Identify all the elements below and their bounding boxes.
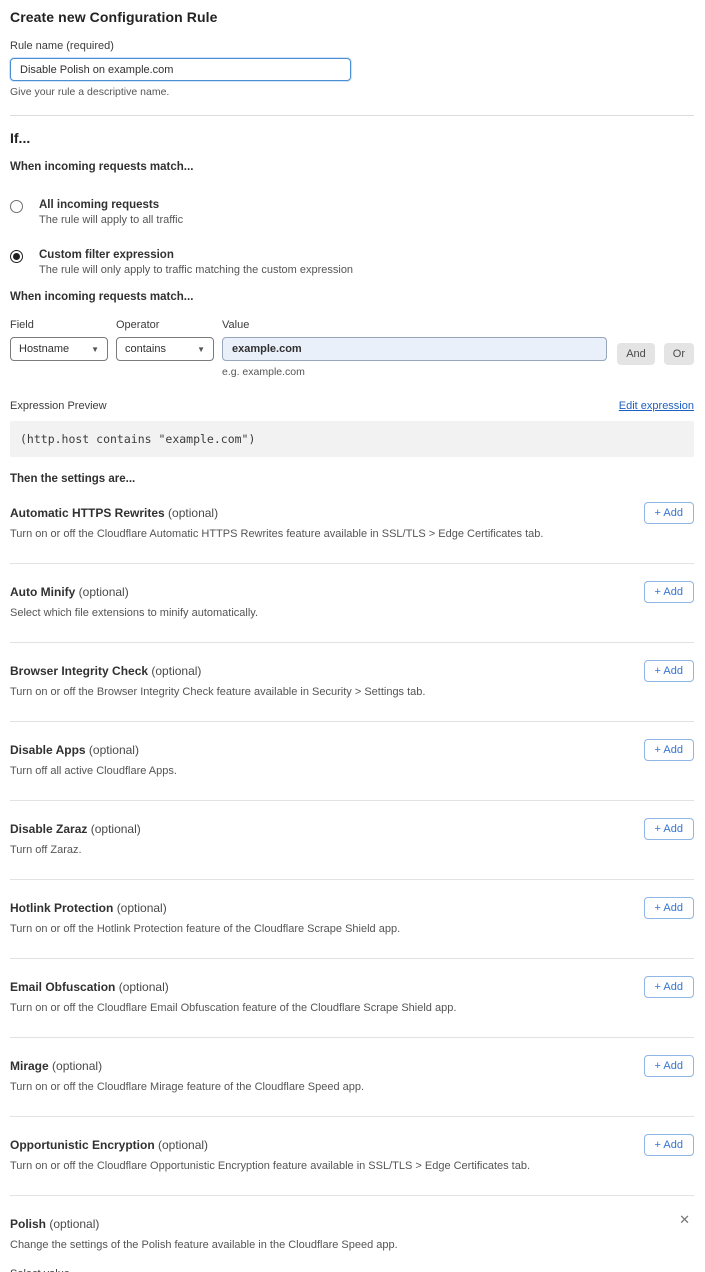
setting-description: Turn off Zaraz.: [10, 844, 694, 856]
setting-description: Turn on or off the Cloudflare Email Obfu…: [10, 1002, 694, 1014]
setting-description: Turn on or off the Cloudflare Mirage fea…: [10, 1081, 694, 1093]
setting-description: Turn on or off the Cloudflare Opportunis…: [10, 1160, 694, 1172]
add-disable-zaraz-button[interactable]: + Add: [644, 818, 694, 840]
radio-all-incoming-desc: The rule will apply to all traffic: [39, 214, 183, 226]
add-email-obfuscation-button[interactable]: + Add: [644, 976, 694, 998]
radio-all-incoming-label: All incoming requests: [39, 199, 183, 211]
optional-label: (optional): [151, 664, 201, 678]
radio-custom-filter-expression[interactable]: Custom filter expression The rule will o…: [10, 249, 694, 276]
value-input[interactable]: [222, 337, 607, 361]
radio-selected-icon[interactable]: [10, 250, 23, 263]
expression-builder-heading: When incoming requests match...: [10, 291, 694, 303]
create-configuration-rule-form: Create new Configuration Rule Rule name …: [0, 0, 705, 1272]
setting-row-browser-integrity-check: Browser Integrity Check (optional) Turn …: [10, 643, 694, 722]
add-auto-minify-button[interactable]: + Add: [644, 581, 694, 603]
setting-name: Browser Integrity Check: [10, 664, 148, 678]
optional-label: (optional): [89, 743, 139, 757]
optional-label: (optional): [117, 901, 167, 915]
rule-name-input[interactable]: [10, 58, 351, 81]
add-hotlink-protection-button[interactable]: + Add: [644, 897, 694, 919]
setting-row-email-obfuscation: Email Obfuscation (optional) Turn on or …: [10, 959, 694, 1038]
expression-builder-row: Field Hostname ▼ Operator contains ▼ Val…: [10, 319, 694, 378]
field-select-value: Hostname: [19, 343, 69, 355]
optional-label: (optional): [168, 506, 218, 520]
setting-description: Turn off all active Cloudflare Apps.: [10, 765, 694, 777]
field-label: Field: [10, 319, 108, 331]
if-heading: If...: [10, 130, 694, 146]
setting-row-disable-zaraz: Disable Zaraz (optional) Turn off Zaraz.…: [10, 801, 694, 880]
expression-preview-code: (http.host contains "example.com"): [10, 421, 694, 457]
page-title: Create new Configuration Rule: [10, 9, 694, 25]
radio-custom-filter-label: Custom filter expression: [39, 249, 353, 261]
radio-unselected-icon[interactable]: [10, 200, 23, 213]
operator-select-value: contains: [125, 343, 166, 355]
value-helper: e.g. example.com: [222, 366, 607, 378]
rule-name-label: Rule name (required): [10, 40, 694, 52]
setting-description: Turn on or off the Hotlink Protection fe…: [10, 923, 694, 935]
setting-name: Mirage: [10, 1059, 49, 1073]
add-automatic-https-rewrites-button[interactable]: + Add: [644, 502, 694, 524]
setting-name: Disable Apps: [10, 743, 86, 757]
optional-label: (optional): [52, 1059, 102, 1073]
operator-label: Operator: [116, 319, 214, 331]
optional-label: (optional): [91, 822, 141, 836]
setting-name: Opportunistic Encryption: [10, 1138, 155, 1152]
optional-label: (optional): [119, 980, 169, 994]
add-browser-integrity-check-button[interactable]: + Add: [644, 660, 694, 682]
setting-description: Turn on or off the Browser Integrity Che…: [10, 686, 694, 698]
polish-select-label: Select value: [10, 1268, 694, 1272]
operator-select[interactable]: contains ▼: [116, 337, 214, 361]
setting-row-opportunistic-encryption: Opportunistic Encryption (optional) Turn…: [10, 1117, 694, 1196]
match-heading: When incoming requests match...: [10, 161, 694, 173]
setting-name: Disable Zaraz: [10, 822, 87, 836]
expression-preview-label: Expression Preview: [10, 400, 107, 412]
setting-row-auto-minify: Auto Minify (optional) Select which file…: [10, 564, 694, 643]
optional-label: (optional): [49, 1217, 99, 1231]
optional-label: (optional): [79, 585, 129, 599]
close-icon[interactable]: ✕: [679, 1213, 690, 1226]
chevron-down-icon: ▼: [197, 345, 205, 354]
add-mirage-button[interactable]: + Add: [644, 1055, 694, 1077]
then-settings-heading: Then the settings are...: [10, 473, 694, 485]
setting-name: Hotlink Protection: [10, 901, 113, 915]
section-divider: [10, 115, 694, 116]
setting-description: Select which file extensions to minify a…: [10, 607, 694, 619]
and-button[interactable]: And: [617, 343, 655, 365]
setting-description: Turn on or off the Cloudflare Automatic …: [10, 528, 694, 540]
rule-name-helper: Give your rule a descriptive name.: [10, 86, 694, 98]
add-opportunistic-encryption-button[interactable]: + Add: [644, 1134, 694, 1156]
setting-name: Auto Minify: [10, 585, 75, 599]
radio-all-incoming-requests[interactable]: All incoming requests The rule will appl…: [10, 199, 694, 226]
setting-name: Email Obfuscation: [10, 980, 115, 994]
edit-expression-link[interactable]: Edit expression: [619, 400, 694, 412]
setting-name: Automatic HTTPS Rewrites: [10, 506, 165, 520]
radio-custom-filter-desc: The rule will only apply to traffic matc…: [39, 264, 353, 276]
setting-row-hotlink-protection: Hotlink Protection (optional) Turn on or…: [10, 880, 694, 959]
setting-row-mirage: Mirage (optional) Turn on or off the Clo…: [10, 1038, 694, 1117]
setting-name: Polish: [10, 1217, 46, 1231]
chevron-down-icon: ▼: [91, 345, 99, 354]
field-select[interactable]: Hostname ▼: [10, 337, 108, 361]
setting-row-disable-apps: Disable Apps (optional) Turn off all act…: [10, 722, 694, 801]
add-disable-apps-button[interactable]: + Add: [644, 739, 694, 761]
setting-description: Change the settings of the Polish featur…: [10, 1239, 694, 1251]
setting-row-polish: Polish (optional) Change the settings of…: [10, 1196, 694, 1272]
optional-label: (optional): [158, 1138, 208, 1152]
setting-row-automatic-https-rewrites: Automatic HTTPS Rewrites (optional) Turn…: [10, 485, 694, 564]
or-button[interactable]: Or: [664, 343, 694, 365]
value-label: Value: [222, 319, 607, 331]
